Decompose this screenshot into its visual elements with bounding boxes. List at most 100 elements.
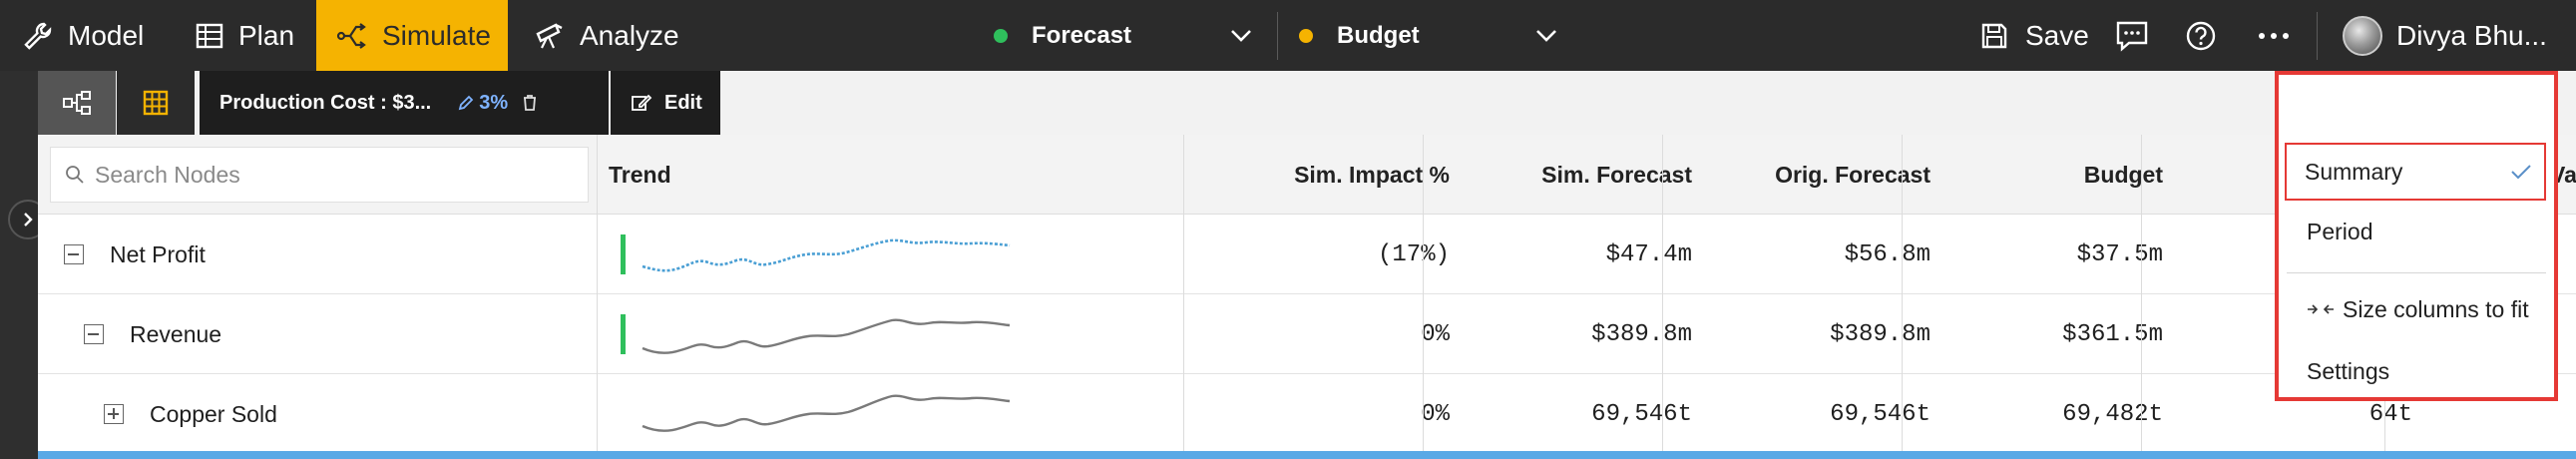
simulation-chip[interactable]: Production Cost : $3... 3% [200, 71, 609, 135]
table-icon [196, 23, 223, 48]
column-divider [1183, 135, 1184, 459]
column-divider [1662, 135, 1663, 459]
help-icon[interactable] [2185, 20, 2217, 52]
nav-model-label: Model [68, 19, 145, 51]
sim-impact-cell: (17%) [1377, 240, 1450, 268]
scenario-budget-label: Budget [1337, 21, 1420, 49]
menu-item-size-columns[interactable]: Size columns to fit [2279, 280, 2554, 338]
orig-forecast-cell: 69,546t [1830, 400, 1931, 428]
budget-color-dot [1299, 28, 1313, 43]
wrench-icon [24, 22, 52, 50]
search-box[interactable] [50, 147, 589, 203]
nav-simulate[interactable]: Simulate [316, 0, 508, 71]
user-menu[interactable]: Divya Bhu... [2343, 0, 2547, 71]
collapse-icon[interactable] [84, 324, 104, 344]
trend-sparkline [642, 238, 1011, 272]
column-divider [1423, 135, 1424, 459]
node-name: Net Profit [110, 240, 206, 267]
scenario-forecast-label: Forecast [1032, 21, 1132, 49]
selection-highlight-bar [38, 451, 2576, 459]
expand-icon[interactable] [104, 404, 124, 424]
budget-cell: $361.5m [2062, 320, 2163, 348]
trend-indicator [621, 314, 626, 354]
column-divider [597, 135, 598, 459]
node-name-cell: Copper Sold [104, 374, 277, 454]
sim-forecast-cell: $47.4m [1605, 240, 1692, 268]
menu-item-label: Settings [2307, 357, 2390, 384]
comment-icon[interactable] [2115, 20, 2149, 52]
resize-columns-icon [2308, 304, 2334, 314]
menu-item-label: Summary [2305, 158, 2403, 185]
save-icon [1981, 23, 2007, 48]
column-header-sim-impact[interactable]: Sim. Impact % [1075, 135, 1450, 215]
collapse-icon[interactable] [64, 244, 84, 264]
simulation-chip-percent: 3% [479, 91, 509, 114]
table-row[interactable]: Net Profit (17%) $47.4m $56.8m $37.5m [38, 215, 2576, 294]
node-name: Revenue [130, 320, 222, 347]
scenario-forecast-select[interactable]: Forecast [994, 0, 1253, 71]
budget-cell: 69,482t [2062, 400, 2163, 428]
column-header-trend[interactable]: Trend [609, 135, 671, 215]
nav-model[interactable]: Model [22, 0, 207, 71]
sim-impact-cell: 0% [1421, 400, 1450, 428]
branch-icon [336, 22, 366, 49]
nav-analyze-label: Analyze [580, 19, 679, 51]
more-options-icon[interactable] [2257, 30, 2291, 42]
avatar [2343, 15, 2382, 56]
column-header-orig-forecast[interactable]: Orig. Forecast [1724, 135, 1931, 215]
node-name-cell: Net Profit [64, 215, 206, 294]
edit-icon [632, 94, 652, 111]
node-name-cell: Revenue [84, 294, 221, 374]
forecast-color-dot [994, 28, 1008, 43]
orig-forecast-cell: $56.8m [1844, 240, 1931, 268]
grid-view-button[interactable] [117, 71, 195, 135]
menu-item-period[interactable]: Period [2279, 203, 2554, 260]
menu-item-settings[interactable]: Settings [2279, 342, 2554, 400]
chevron-down-icon[interactable] [1227, 22, 1255, 50]
scenario-budget-select[interactable]: Budget [1299, 0, 1558, 71]
menu-item-label: Period [2307, 218, 2373, 244]
checkmark-icon [2511, 165, 2531, 180]
menu-divider [2287, 272, 2546, 273]
budget-cell: $37.5m [2076, 240, 2163, 268]
table-row[interactable]: Copper Sold 0% 69,546t 69,546t 69,482t 6… [38, 374, 2576, 454]
tree-view-button[interactable] [38, 71, 116, 135]
trash-icon[interactable] [522, 94, 538, 112]
sim-impact-cell: 0% [1421, 320, 1450, 348]
chevron-down-icon[interactable] [1532, 22, 1560, 50]
trend-sparkline [642, 318, 1011, 354]
user-name: Divya Bhu... [2396, 19, 2547, 51]
trend-sparkline [642, 394, 1011, 432]
column-options-menu: Summary Period Size columns to fit Setti… [2275, 71, 2558, 401]
menu-item-label: Size columns to fit [2343, 295, 2529, 322]
column-divider [2141, 135, 2142, 459]
left-panel-strip [0, 71, 38, 459]
top-navigation-bar: Model Plan Simulate Analyze Forecast Bud… [0, 0, 2576, 71]
edit-button[interactable]: Edit [611, 71, 720, 135]
column-header-budget[interactable]: Budget [1963, 135, 2163, 215]
scenario-divider [1277, 12, 1278, 60]
nav-simulate-label: Simulate [382, 19, 491, 51]
search-input[interactable] [95, 161, 564, 189]
sim-forecast-cell: 69,546t [1591, 400, 1692, 428]
nav-plan-label: Plan [238, 19, 295, 51]
grid-header: Trend Sim. Impact % Sim. Forecast Orig. … [38, 135, 2576, 215]
simulation-chip-label: Production Cost : $3... [219, 91, 432, 114]
menu-item-summary[interactable]: Summary [2285, 143, 2546, 201]
user-divider [2317, 12, 2318, 60]
edit-label: Edit [664, 91, 702, 114]
save-label: Save [2025, 19, 2089, 51]
hierarchy-icon [63, 91, 91, 115]
orig-forecast-cell: $389.8m [1830, 320, 1931, 348]
node-grid: Trend Sim. Impact % Sim. Forecast Orig. … [38, 135, 2576, 459]
chevron-right-icon [24, 213, 33, 227]
telescope-icon [536, 22, 563, 48]
sim-forecast-cell: $389.8m [1591, 320, 1692, 348]
save-button[interactable]: Save [1979, 0, 2089, 71]
column-header-sim-forecast[interactable]: Sim. Forecast [1485, 135, 1692, 215]
pencil-icon[interactable] [457, 94, 475, 112]
nav-analyze[interactable]: Analyze [534, 0, 703, 71]
nav-plan[interactable]: Plan [195, 0, 314, 71]
column-divider [1902, 135, 1903, 459]
table-row[interactable]: Revenue 0% $389.8m $389.8m $361.5m [38, 294, 2576, 374]
